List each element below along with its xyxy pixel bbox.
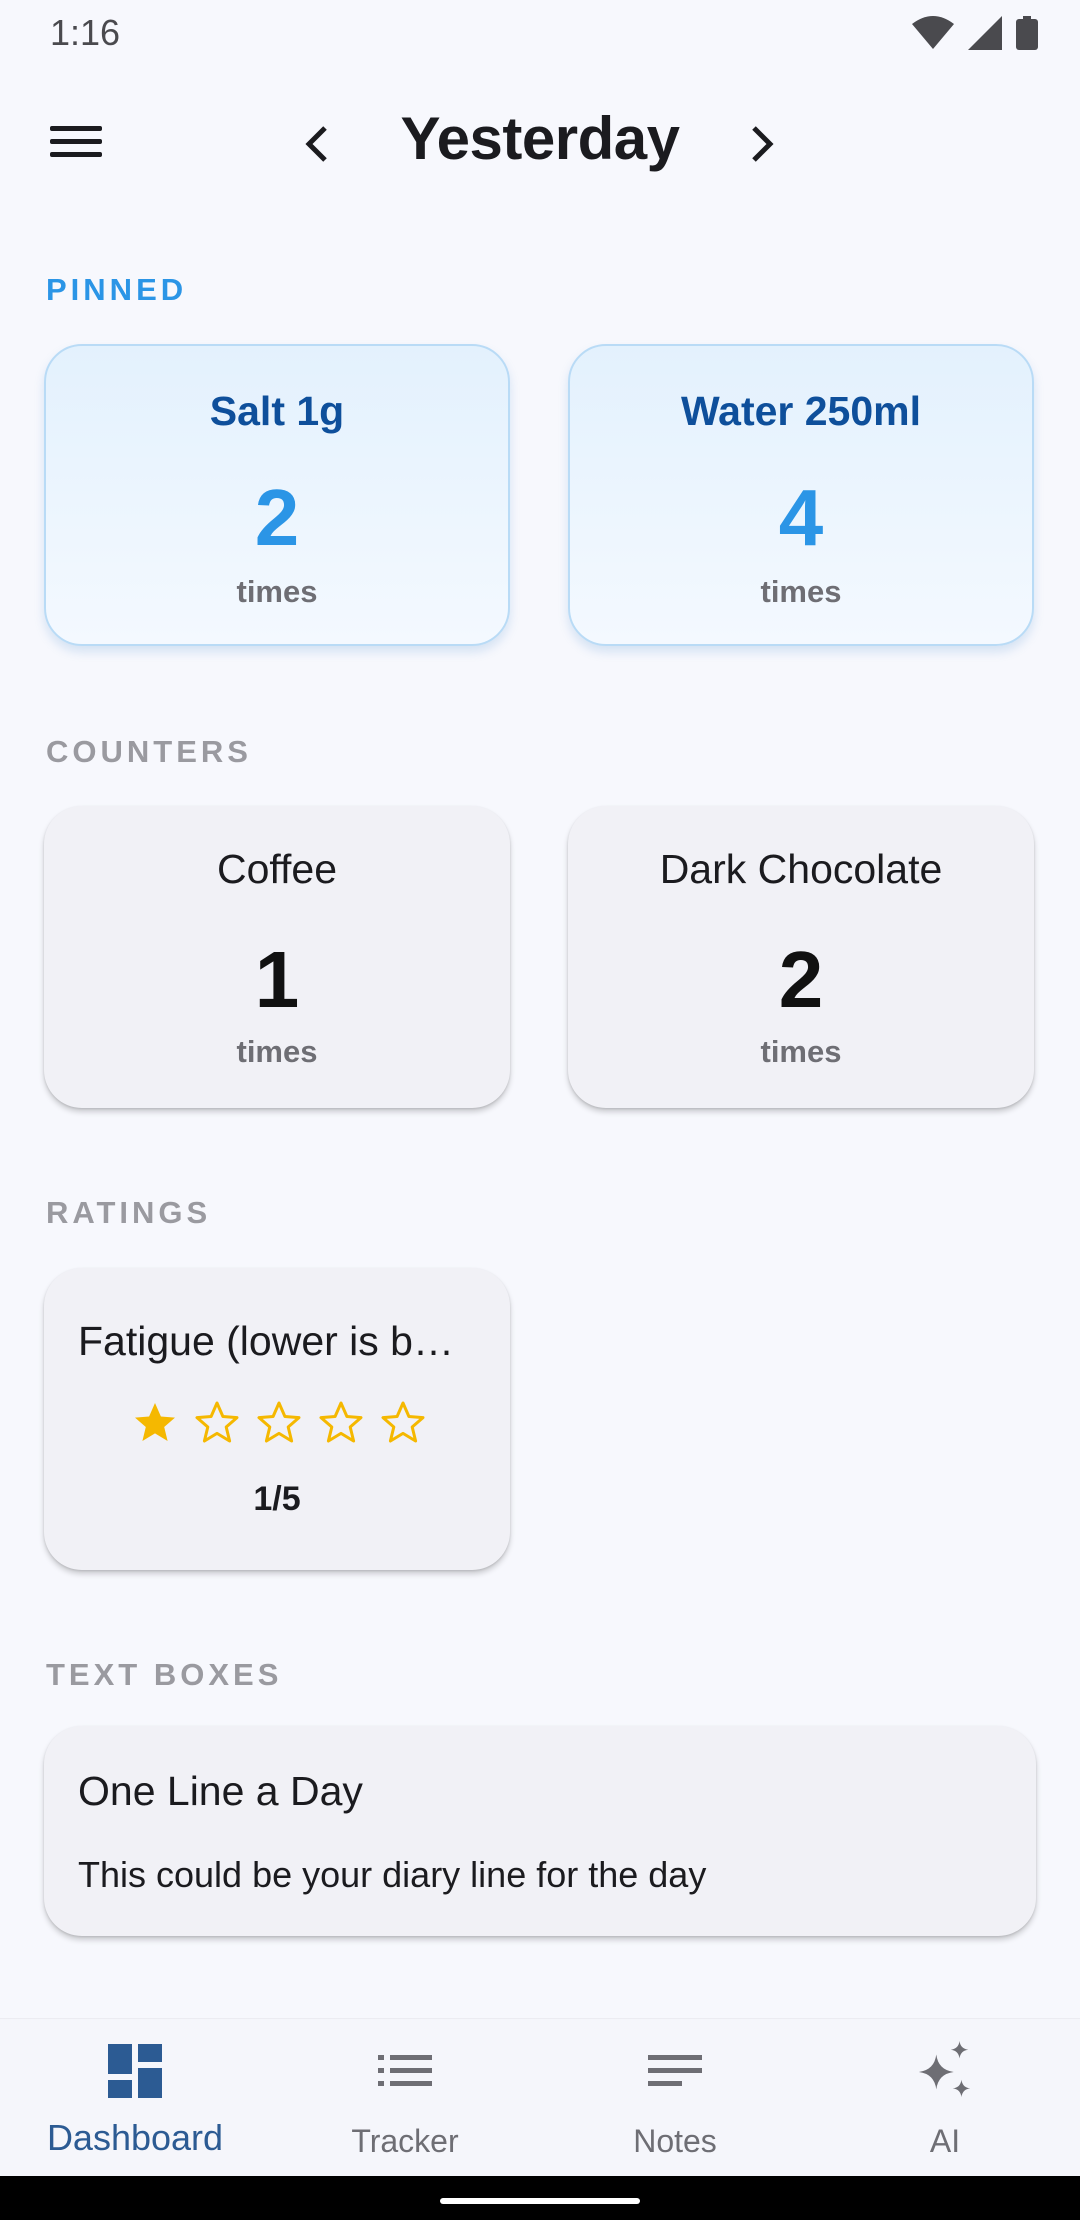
menu-button[interactable] [40, 114, 112, 170]
text-box-title: One Line a Day [78, 1768, 363, 1814]
chevron-left-icon [305, 126, 327, 162]
dashboard-icon [105, 2041, 165, 2101]
next-day-button[interactable] [733, 114, 793, 174]
card-unit: times [760, 1034, 842, 1069]
nav-label: Notes [633, 2123, 717, 2159]
card-unit: times [236, 574, 318, 609]
rating-value: 1/5 [253, 1480, 301, 1518]
nav-item-ai[interactable]: AI [810, 2019, 1080, 2177]
nav-label: AI [929, 2123, 961, 2159]
cellular-signal-icon [968, 16, 1002, 50]
wifi-icon [912, 16, 954, 49]
home-gesture-handle[interactable] [440, 2198, 640, 2204]
bottom-navigation: Dashboard Tracker Notes AI [0, 2018, 1080, 2176]
card-title: Salt 1g [209, 388, 345, 434]
counter-card-dark-chocolate[interactable]: Dark Chocolate 2 times [568, 806, 1034, 1108]
card-count: 2 [778, 935, 824, 1024]
previous-day-button[interactable] [286, 114, 346, 174]
card-count: 1 [254, 935, 300, 1024]
counter-card-coffee[interactable]: Coffee 1 times [44, 806, 510, 1108]
card-unit: times [760, 574, 842, 609]
card-unit: times [236, 1034, 318, 1069]
nav-label: Dashboard [46, 2117, 224, 2158]
system-gesture-bar [0, 2176, 1080, 2220]
nav-item-notes[interactable]: Notes [540, 2019, 810, 2177]
list-icon [375, 2041, 435, 2101]
star-rating[interactable] [132, 1400, 426, 1446]
star-outline-icon[interactable] [194, 1400, 240, 1446]
status-time: 1:16 [50, 12, 121, 53]
chevron-right-icon [752, 126, 774, 162]
app-bar: Yesterday [0, 90, 1080, 194]
hamburger-menu-icon [50, 126, 102, 157]
rating-card-fatigue[interactable]: Fatigue (lower is b… 1/5 [44, 1268, 510, 1570]
page-title: Yesterday [400, 105, 680, 172]
status-icons [912, 16, 1038, 50]
star-outline-icon[interactable] [256, 1400, 302, 1446]
section-label-ratings: RATINGS [46, 1195, 212, 1230]
text-box-card-one-line-a-day[interactable]: One Line a Day This could be your diary … [44, 1726, 1036, 1936]
card-count: 4 [778, 473, 824, 562]
star-filled-icon[interactable] [132, 1400, 178, 1446]
section-label-pinned: PINNED [46, 272, 188, 307]
battery-icon [1016, 16, 1038, 50]
nav-label: Tracker [351, 2123, 459, 2159]
card-title: Dark Chocolate [659, 846, 943, 892]
rating-title: Fatigue (lower is b… [78, 1318, 454, 1364]
star-outline-icon[interactable] [380, 1400, 426, 1446]
pinned-card-water[interactable]: Water 250ml 4 times [568, 344, 1034, 646]
sparkles-icon [915, 2041, 975, 2101]
section-label-counters: COUNTERS [46, 734, 252, 769]
card-title: Water 250ml [680, 388, 922, 434]
text-box-body: This could be your diary line for the da… [78, 1854, 707, 1895]
star-outline-icon[interactable] [318, 1400, 364, 1446]
section-label-text-boxes: TEXT BOXES [46, 1657, 283, 1692]
pinned-card-salt[interactable]: Salt 1g 2 times [44, 344, 510, 646]
card-count: 2 [254, 473, 300, 562]
nav-item-dashboard[interactable]: Dashboard [0, 2019, 270, 2177]
nav-item-tracker[interactable]: Tracker [270, 2019, 540, 2177]
status-bar: 1:16 [0, 0, 1080, 66]
notes-icon [645, 2041, 705, 2101]
card-title: Coffee [216, 846, 338, 892]
